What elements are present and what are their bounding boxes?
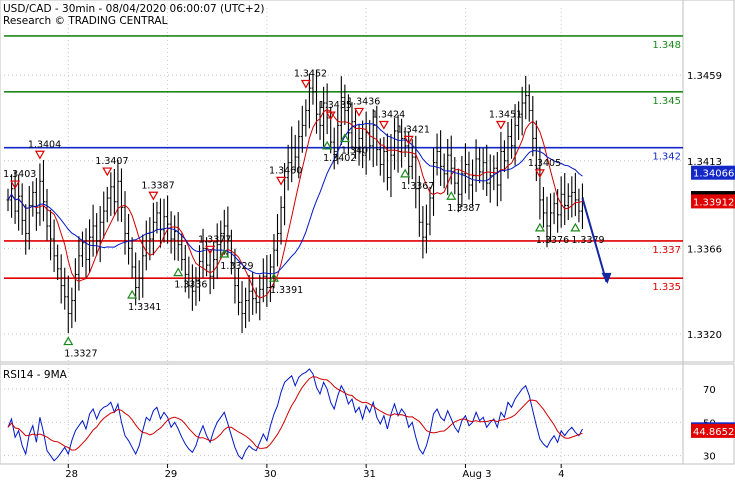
- x-tick-label: 28: [65, 469, 78, 480]
- price-tick-label: 1.3459: [687, 71, 722, 82]
- resistance-label: 1.3405: [528, 158, 561, 169]
- resistance-label: 1.3403: [3, 169, 36, 180]
- price-tick-label: 1.3320: [687, 330, 722, 341]
- resistance-label: 1.3421: [397, 124, 430, 135]
- key-level-label: 1.335: [652, 282, 681, 293]
- x-tick-label: Aug 3: [462, 469, 491, 480]
- rsi-tick-label: 70: [703, 385, 716, 396]
- support-label: 1.340: [341, 145, 368, 156]
- x-tick-label: 30: [264, 469, 277, 480]
- key-level-label: 1.337: [652, 245, 681, 256]
- resistance-label: 1.3451: [489, 109, 522, 120]
- resistance-label: 1.3377: [198, 234, 231, 245]
- support-label: 1.3329: [220, 261, 253, 272]
- chart-header-line1: USD/CAD - 30min - 08/04/2020 06:00:07 (U…: [3, 3, 265, 15]
- current-value-label: 1.33912: [693, 197, 734, 208]
- resistance-label: 1.3424: [372, 109, 405, 120]
- trading-chart: 1.348 1.345 1.342 1.337 1.335 1.3403 1.3404 1.…: [0, 0, 735, 480]
- chart-header-line2: Research © TRADING CENTRAL: [3, 15, 168, 27]
- resistance-label: 1.3436: [347, 96, 380, 107]
- key-level-label: 1.348: [652, 40, 681, 51]
- support-label: 1.3376: [536, 235, 569, 246]
- support-label: 1.3327: [64, 349, 97, 360]
- resistance-label: 1.3404: [28, 139, 61, 150]
- rsi-tick-label: 30: [703, 452, 716, 463]
- key-level-label: 1.342: [652, 152, 681, 163]
- support-label: 1.3379: [571, 235, 604, 246]
- x-tick-label: 4: [558, 469, 564, 480]
- support-label: 1.3387: [447, 203, 480, 214]
- support-label: 1.3341: [128, 302, 161, 313]
- resistance-label: 1.3407: [95, 156, 128, 167]
- resistance-label: 1.3452: [294, 68, 327, 79]
- key-level-label: 1.345: [652, 96, 681, 107]
- x-tick-label: 29: [165, 469, 178, 480]
- rsi-current-value-label: 44.8652: [693, 427, 734, 438]
- x-tick-label: 31: [363, 469, 376, 480]
- resistance-label: 1.3387: [141, 180, 174, 191]
- support-label: 1.3391: [270, 285, 303, 296]
- support-label: 1.3336: [174, 280, 207, 291]
- chart-svg: 1.3481.3451.3421.3371.335 1.34031.34041.…: [0, 0, 735, 480]
- rsi-panel-title: RSI14 - 9MA: [3, 369, 68, 381]
- resistance-label: 1.3460: [269, 165, 302, 176]
- support-label: 1.3367: [401, 181, 434, 192]
- price-tick-label: 1.3366: [687, 244, 722, 255]
- current-value-label: 1.34066: [693, 169, 734, 180]
